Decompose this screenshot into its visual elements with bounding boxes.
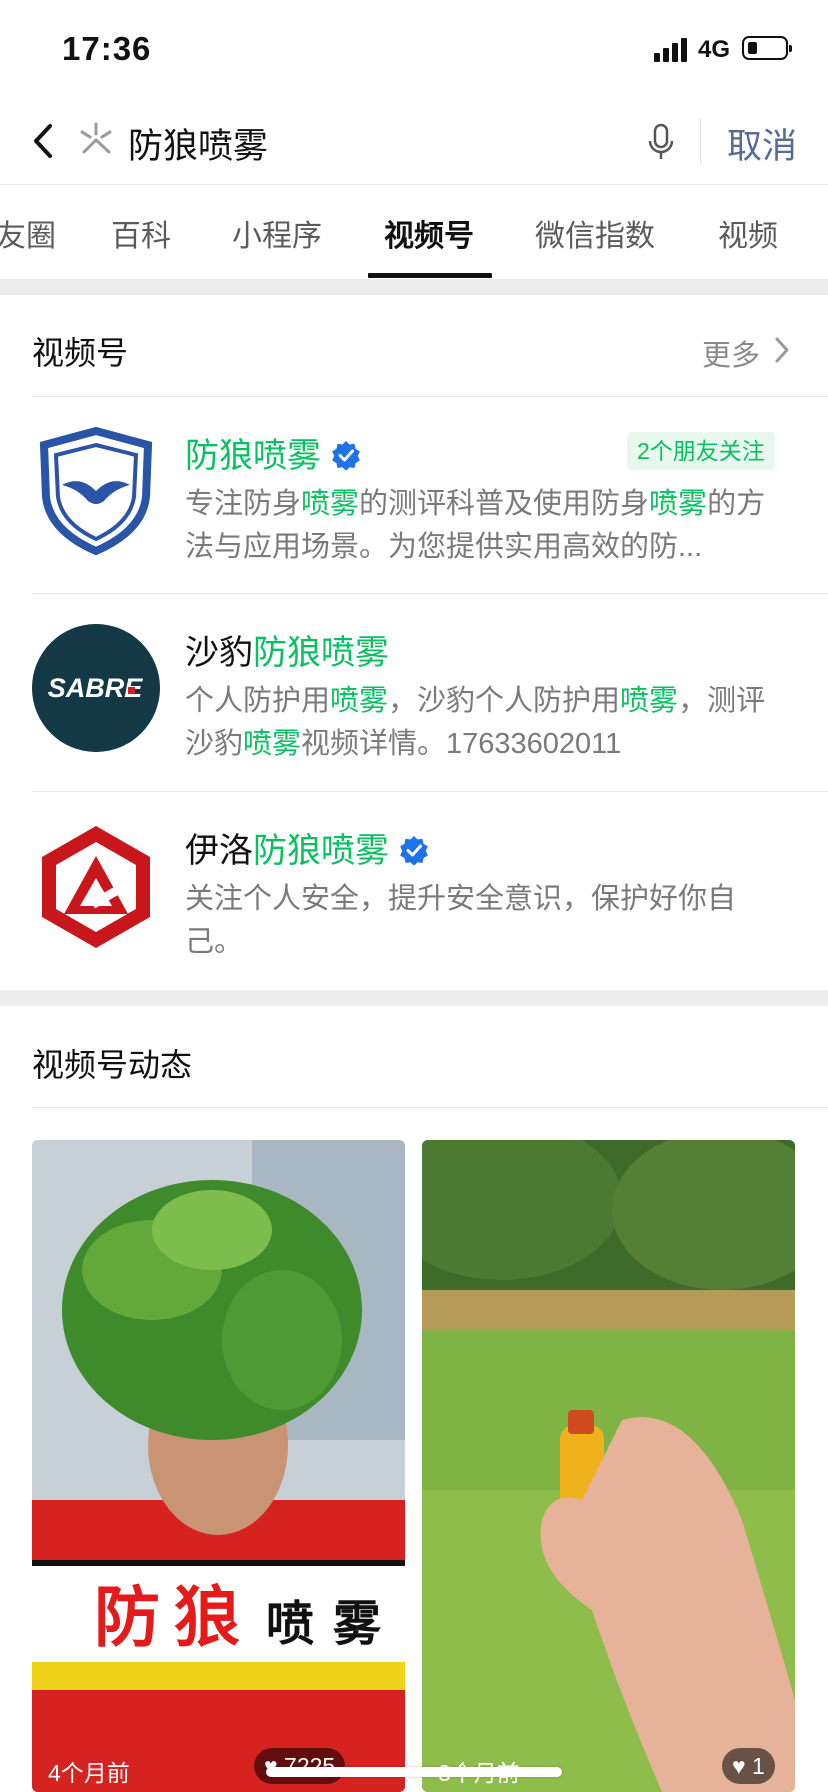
divider: [700, 118, 701, 164]
search-type-icon: [80, 122, 112, 154]
network-type: 4G: [698, 36, 731, 63]
video-age: 4个月前: [48, 1760, 130, 1786]
status-time: 17:36: [62, 30, 152, 67]
divider: [32, 1107, 828, 1108]
verified-icon: [400, 836, 428, 866]
channel-description: 关注个人安全，提升安全意识，保护好你自己。: [185, 883, 737, 958]
channel-name[interactable]: 防狼喷雾: [185, 428, 361, 477]
video-banner-char: 喷: [266, 1596, 314, 1652]
avatar: [42, 826, 150, 948]
section-separator: [0, 990, 828, 1006]
video-thumbnail[interactable]: 3个月前 ♥ 1: [422, 1140, 795, 1792]
channel-name[interactable]: 伊洛防狼喷雾: [185, 823, 429, 872]
battery-icon: [742, 36, 792, 60]
tab-moments[interactable]: 友圈: [0, 211, 56, 255]
cancel-button[interactable]: 取消: [727, 118, 797, 169]
feed-section-title: 视频号动态: [32, 1047, 193, 1083]
signal-icon: [654, 38, 687, 62]
friends-follow-badge: 2个朋友关注: [627, 432, 775, 470]
channel-name[interactable]: 沙豹防狼喷雾: [185, 625, 389, 674]
section-separator: [0, 279, 828, 295]
video-thumbnail[interactable]: 防 狼 喷 雾 4个月前 ♥ 7225: [32, 1140, 405, 1792]
tab-mini-programs[interactable]: 小程序: [232, 211, 322, 255]
microphone-icon[interactable]: [646, 122, 676, 162]
channel-description: 专注防身喷雾的测评科普及使用防身喷雾的方法与应用场景。为您提供实用高效的防...: [185, 488, 766, 563]
active-tab-indicator: [368, 273, 492, 278]
video-banner-char: 防: [94, 1579, 160, 1656]
like-count: ♥ 7225: [254, 1748, 346, 1784]
heart-icon: ♥: [732, 1753, 746, 1779]
video-banner-char: 雾: [333, 1596, 382, 1652]
tab-encyclopedia[interactable]: 百科: [111, 211, 171, 255]
video-banner-char: 狼: [174, 1579, 240, 1656]
channels-section-title: 视频号: [32, 335, 129, 371]
search-bar: 防狼喷雾 取消: [0, 100, 828, 184]
chevron-right-icon[interactable]: [772, 334, 792, 366]
tab-wechat-index[interactable]: 微信指数: [535, 211, 655, 255]
avatar: [39, 427, 153, 555]
like-count: ♥ 1: [722, 1748, 775, 1784]
channel-description: 个人防护用喷雾，沙豹个人防护用喷雾，测评沙豹喷雾视频详情。17633602011: [185, 685, 766, 760]
verified-icon: [332, 441, 360, 471]
more-link[interactable]: 更多: [702, 332, 760, 374]
channel-name-text: 防狼喷雾: [185, 437, 321, 475]
status-bar: 17:36 4G: [0, 0, 828, 100]
video-preview-image: 防 狼 喷 雾: [32, 1140, 405, 1792]
home-indicator[interactable]: [266, 1767, 562, 1777]
back-icon[interactable]: [28, 118, 64, 164]
search-input[interactable]: 防狼喷雾: [128, 118, 268, 169]
video-preview-image: [422, 1140, 795, 1792]
tab-videos[interactable]: 视频: [718, 211, 778, 255]
search-category-tabs: 友圈 百科 小程序 视频号 微信指数 视频: [0, 185, 828, 279]
avatar: SABRE: [32, 624, 160, 752]
tab-channels[interactable]: 视频号: [384, 211, 474, 255]
